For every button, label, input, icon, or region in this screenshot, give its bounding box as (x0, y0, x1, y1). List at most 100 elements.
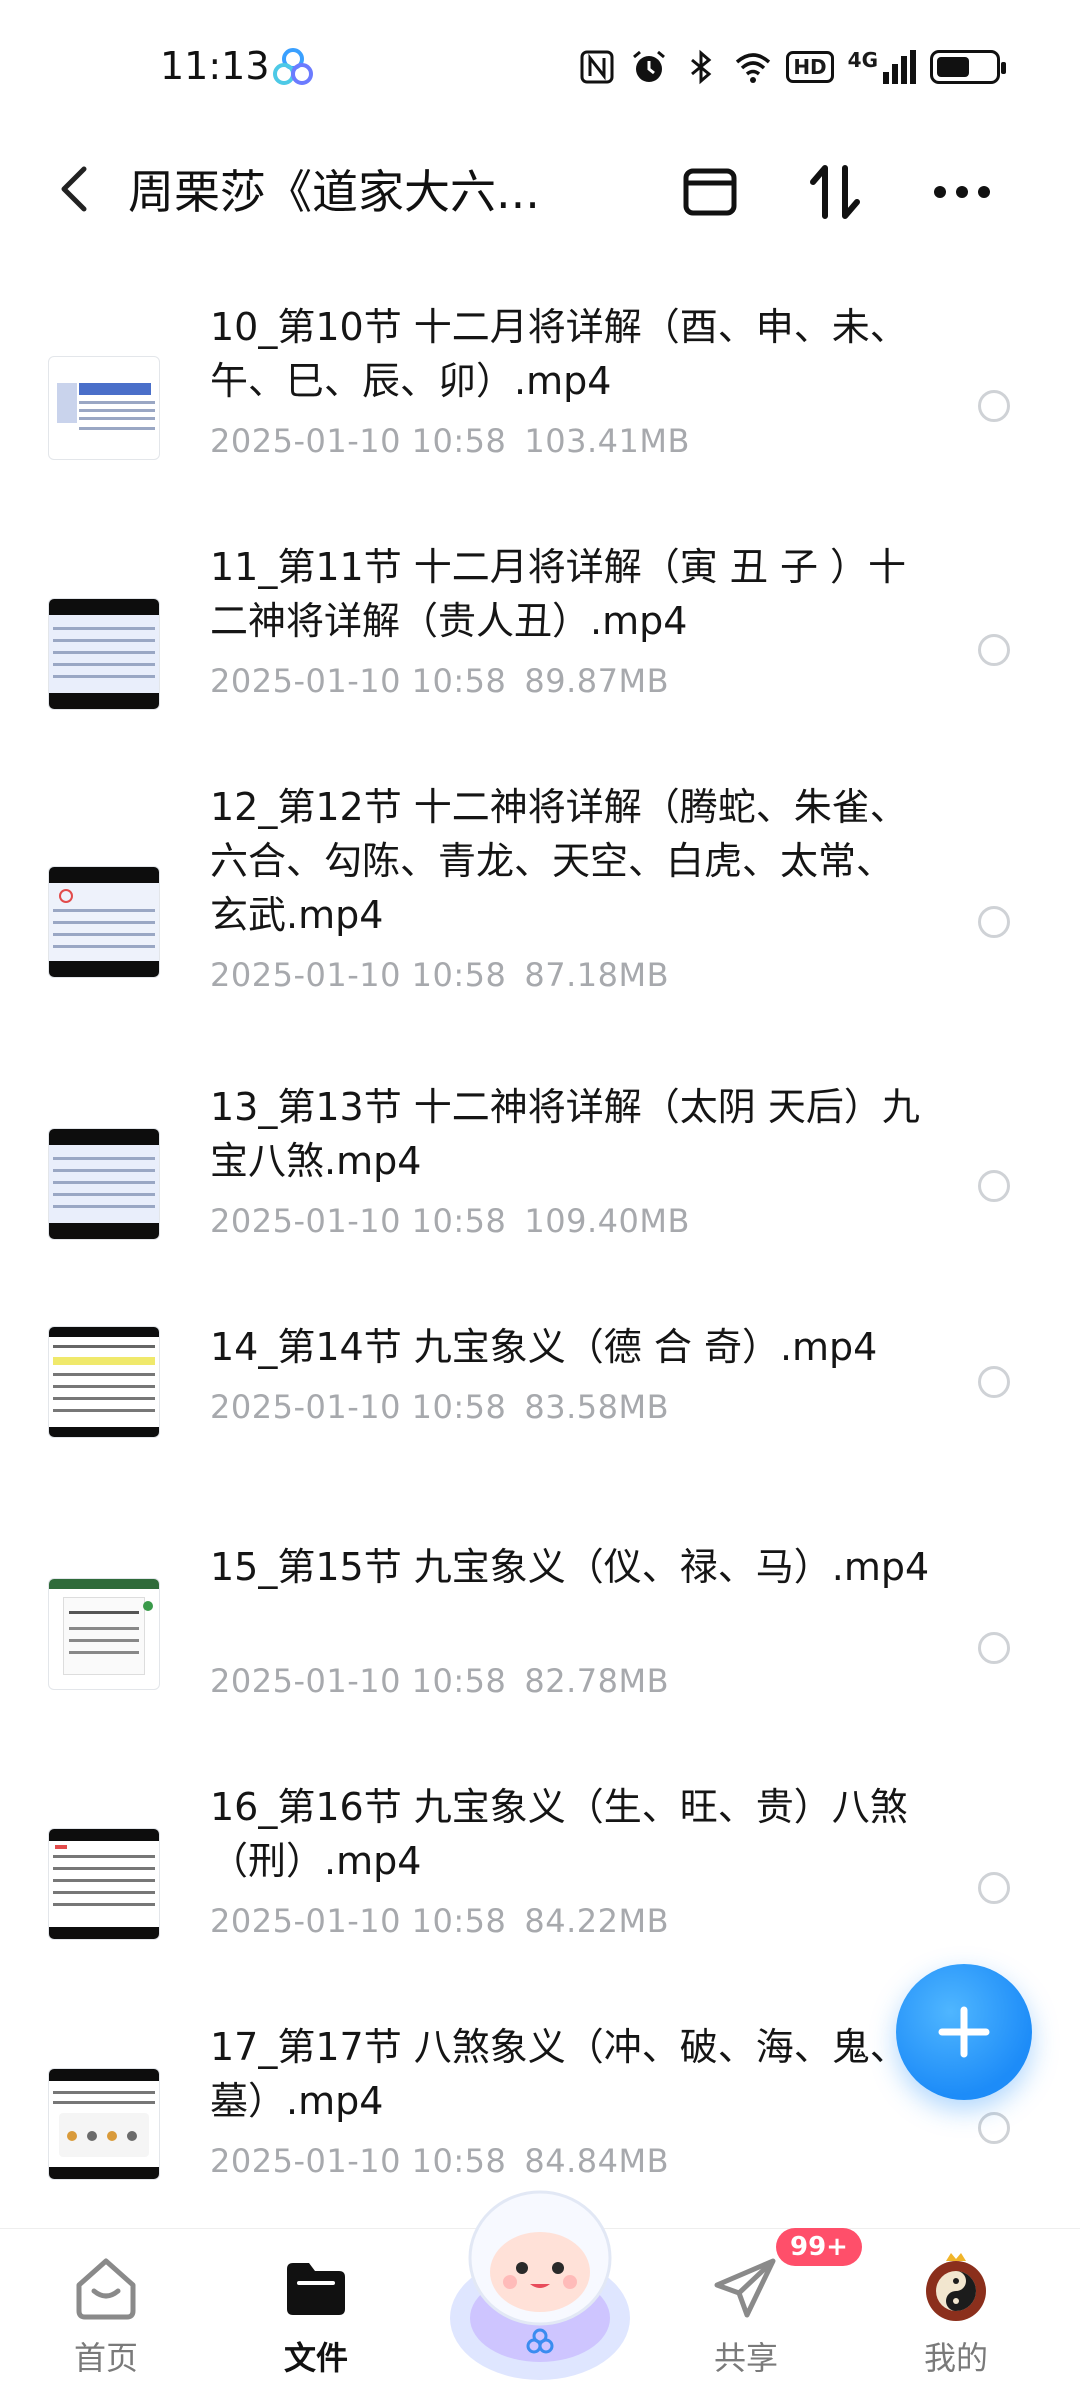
nav-home-label: 首页 (73, 2339, 138, 2377)
file-date: 2025-01-10 10:58 (210, 1902, 507, 1940)
file-size: 89.87MB (524, 662, 670, 700)
status-bar: 11:13 HD 4G (0, 0, 1080, 130)
select-radio[interactable] (978, 1872, 1010, 1904)
thumbnail-detail (53, 663, 155, 666)
file-item[interactable]: 11_第11节 十二月将详解（寅 丑 子 ）十二神将详解（贵人丑）.mp4 20… (0, 530, 1080, 750)
file-name: 12_第12节 十二神将详解（腾蛇、朱雀、六合、勾陈、青龙、天空、白虎、太常、玄… (210, 785, 908, 937)
thumbnail-detail (53, 2091, 155, 2094)
signal-bar (901, 56, 907, 84)
file-item[interactable]: 16_第16节 九宝象义（生、旺、贵）八煞（刑）.mp4 2025-01-10 … (0, 1770, 1080, 1990)
file-item[interactable]: 10_第10节 十二月将详解（酉、申、未、午、巳、辰、卯）.mp4 2025-0… (0, 290, 1080, 510)
nav-home[interactable]: 首页 (36, 2251, 176, 2391)
thumbnail-detail (53, 1891, 155, 1894)
select-radio[interactable] (978, 2112, 1010, 2144)
mascot-icon[interactable] (430, 2168, 650, 2388)
nav-share[interactable]: 共享 (676, 2251, 816, 2391)
file-size: 103.41MB (524, 422, 690, 460)
thumbnail-detail (79, 427, 155, 430)
wifi-icon (736, 53, 771, 83)
plus-icon (938, 2006, 990, 2058)
file-size: 87.18MB (524, 956, 670, 994)
signal-bar (883, 72, 889, 84)
status-time: 11:13 (160, 44, 270, 88)
thumbnail-detail (49, 1327, 159, 1337)
header-bar: 周栗莎《道家大六... (0, 130, 1080, 250)
file-date: 2025-01-10 10:58 (210, 1202, 507, 1240)
thumbnail-detail (69, 1611, 139, 1614)
thumbnail-detail (79, 383, 151, 395)
select-radio[interactable] (978, 1366, 1010, 1398)
nav-me[interactable]: 我的 (886, 2251, 1026, 2391)
file-name: 10_第10节 十二月将详解（酉、申、未、午、巳、辰、卯）.mp4 (210, 305, 908, 403)
add-button[interactable] (896, 1964, 1032, 2100)
file-name: 11_第11节 十二月将详解（寅 丑 子 ）十二神将详解（贵人丑）.mp4 (210, 545, 907, 643)
thumbnail-detail (49, 2167, 159, 2179)
home-icon (76, 2258, 136, 2320)
select-radio[interactable] (978, 634, 1010, 666)
thumbnail-detail (57, 383, 77, 423)
thumbnail-detail (53, 1397, 155, 1400)
thumbnail-detail (53, 627, 155, 630)
more-button[interactable] (922, 152, 1002, 232)
file-meta: 2025-01-10 10:58 103.41MB (210, 422, 708, 460)
thumbnail-detail (79, 417, 155, 420)
thumbnail-detail (59, 889, 73, 903)
sort-icon (810, 165, 860, 219)
file-date: 2025-01-10 10:58 (210, 1662, 507, 1700)
file-date: 2025-01-10 10:58 (210, 422, 507, 460)
thumbnail-detail (143, 1601, 153, 1611)
file-meta: 2025-01-10 10:58 87.18MB (210, 956, 687, 994)
file-meta: 2025-01-10 10:58 89.87MB (210, 662, 687, 700)
hd-icon: HD (786, 51, 834, 83)
thumbnail-detail (79, 401, 155, 404)
thumbnail-detail (53, 1409, 155, 1412)
thumbnail-detail (53, 909, 155, 912)
thumbnail-detail (53, 1903, 155, 1906)
video-thumbnail (48, 1326, 160, 1438)
thumbnail-detail (53, 1373, 155, 1376)
thumbnail-detail (67, 2131, 77, 2141)
battery-icon (930, 50, 1006, 84)
nav-me-label: 我的 (923, 2339, 988, 2377)
thumbnail-detail (53, 945, 155, 948)
nav-files[interactable]: 文件 (246, 2251, 386, 2391)
thumbnail-detail (53, 1357, 155, 1365)
checklist-box-icon (683, 168, 737, 216)
thumbnail-detail (79, 409, 155, 412)
file-item[interactable]: 15_第15节 九宝象义（仪、禄、马）.mp4 2025-01-10 10:58… (0, 1530, 1080, 1750)
file-date: 2025-01-10 10:58 (210, 956, 507, 994)
video-thumbnail (48, 1578, 160, 1690)
file-item[interactable]: 12_第12节 十二神将详解（腾蛇、朱雀、六合、勾陈、青龙、天空、白虎、太常、玄… (0, 770, 1080, 1050)
back-button[interactable] (44, 154, 104, 224)
status-icons: HD 4G (578, 48, 1006, 86)
sort-button[interactable] (795, 152, 875, 232)
thumbnail-detail (49, 2069, 159, 2081)
thumbnail-detail (49, 1829, 159, 1841)
folder-icon (287, 2263, 345, 2315)
select-mode-button[interactable] (670, 152, 750, 232)
thumbnail-detail (53, 1205, 155, 1208)
file-item[interactable]: 13_第13节 十二神将详解（太阴 天后）九宝八煞.mp4 2025-01-10… (0, 1070, 1080, 1290)
share-icon (714, 2258, 776, 2318)
thumbnail-detail (49, 1579, 159, 1589)
select-radio[interactable] (978, 906, 1010, 938)
file-meta: 2025-01-10 10:58 109.40MB (210, 1202, 708, 1240)
nfc-icon (580, 50, 614, 84)
nav-share-label: 共享 (713, 2339, 778, 2377)
page-title: 周栗莎《道家大六... (128, 165, 540, 219)
file-name: 15_第15节 九宝象义（仪、禄、马）.mp4 (210, 1545, 930, 1589)
bluetooth-icon (691, 49, 712, 85)
thumbnail-detail (55, 1845, 67, 1849)
select-radio[interactable] (978, 1632, 1010, 1664)
signal-4g-icon: 4G (848, 50, 916, 84)
file-size: 82.78MB (524, 1662, 670, 1700)
thumbnail-detail (53, 933, 155, 936)
thumbnail-detail (53, 1193, 155, 1196)
thumbnail-detail (53, 651, 155, 654)
file-size: 109.40MB (524, 1202, 690, 1240)
file-item[interactable]: 14_第14节 九宝象义（德 合 奇）.mp4 2025-01-10 10:58… (0, 1310, 1080, 1490)
avatar-icon (926, 2253, 986, 2321)
select-radio[interactable] (978, 1170, 1010, 1202)
select-radio[interactable] (978, 390, 1010, 422)
video-thumbnail (48, 866, 160, 978)
